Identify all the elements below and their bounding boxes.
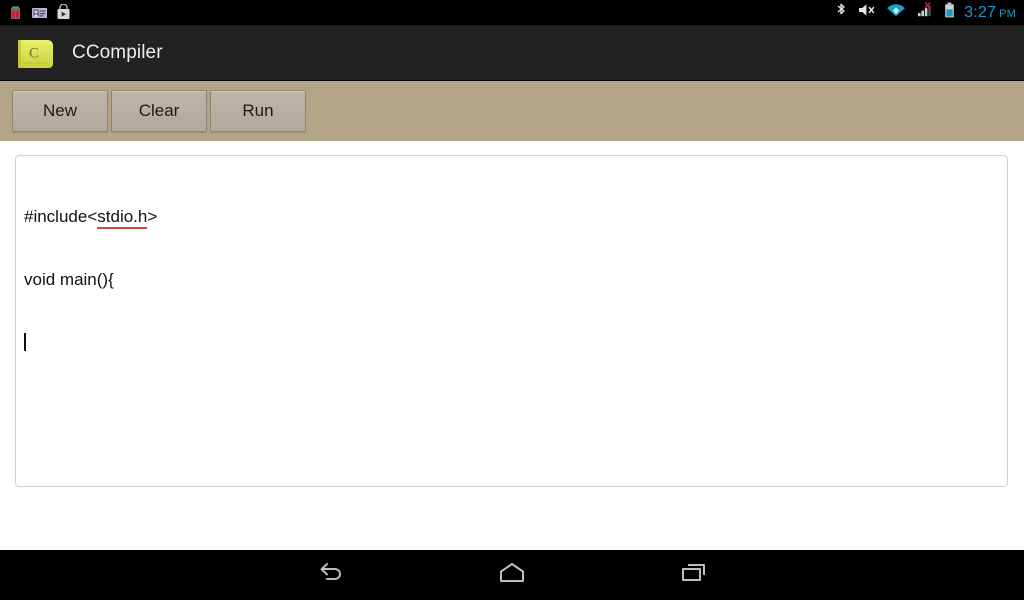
- nav-back-button[interactable]: [301, 553, 359, 597]
- clock-ampm: PM: [999, 7, 1016, 20]
- run-button-label: Run: [242, 101, 274, 120]
- new-button-label: New: [42, 101, 77, 120]
- new-button[interactable]: New: [12, 90, 108, 132]
- code-content: #include<stdio.h> void main(){: [24, 164, 998, 395]
- code-line: void main(){: [24, 269, 998, 290]
- android-screen: 3:27 PM C CCompiler New Clear Run #inclu…: [0, 0, 1024, 600]
- bluetooth-icon: [834, 1, 848, 24]
- status-bar-notifications: [0, 3, 72, 21]
- code-line-1-misspelled: stdio.h: [97, 207, 148, 229]
- code-line-1-prefix: #include<: [24, 207, 98, 226]
- ccompiler-app-icon: C: [14, 34, 58, 72]
- action-bar: C CCompiler: [0, 26, 1024, 81]
- navigation-bar: [0, 550, 1024, 600]
- cellular-signal-no-service-icon: [915, 2, 935, 23]
- status-bar-system-icons: 3:27 PM: [834, 1, 1024, 24]
- code-editor[interactable]: #include<stdio.h> void main(){: [15, 155, 1008, 487]
- toolbar: New Clear Run: [0, 81, 1024, 141]
- battery-icon: [944, 2, 955, 24]
- volume-muted-icon: [857, 2, 877, 23]
- status-bar-clock: 3:27 PM: [964, 4, 1016, 22]
- play-store-notification-icon: [55, 3, 72, 21]
- clear-button-label: Clear: [138, 101, 180, 120]
- app-title: CCompiler: [72, 42, 163, 63]
- home-icon: [495, 560, 529, 591]
- run-button[interactable]: Run: [210, 90, 306, 132]
- contact-card-notification-icon: [31, 4, 48, 21]
- wifi-icon: [886, 2, 906, 23]
- status-bar: 3:27 PM: [0, 0, 1024, 26]
- clock-time: 3:27: [964, 3, 997, 21]
- clear-button[interactable]: Clear: [111, 90, 207, 132]
- text-caret: [24, 333, 26, 351]
- editor-area: #include<stdio.h> void main(){: [0, 141, 1024, 550]
- code-line: #include<stdio.h>: [24, 206, 998, 229]
- battery-low-notification-icon: [7, 4, 24, 21]
- recents-icon: [677, 560, 711, 591]
- code-line-1-suffix: >: [147, 207, 158, 226]
- back-arrow-icon: [313, 560, 347, 591]
- code-line: [24, 332, 998, 353]
- svg-text:C: C: [29, 45, 39, 61]
- nav-recents-button[interactable]: [665, 553, 723, 597]
- nav-home-button[interactable]: [483, 553, 541, 597]
- code-line-2-prefix: void main(){: [24, 270, 114, 289]
